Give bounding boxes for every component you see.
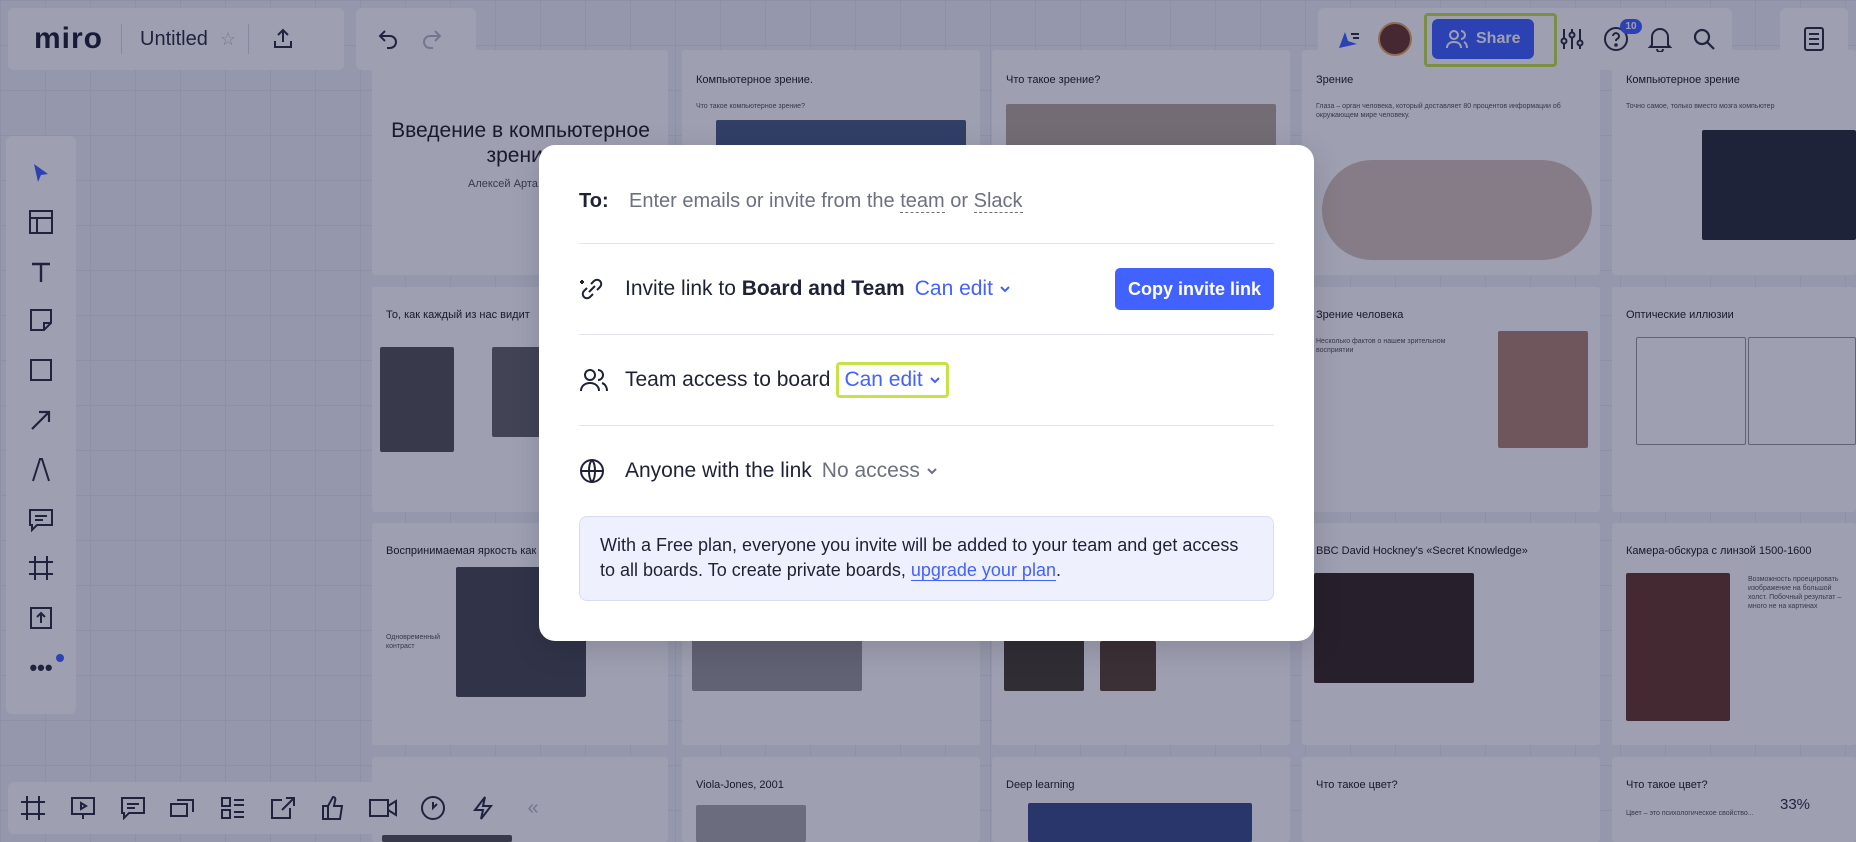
public-link-row: Anyone with the link No access	[579, 448, 1274, 494]
team-access-row: Team access to board Can edit	[579, 357, 1274, 403]
team-permission-value: Can edit	[844, 368, 923, 391]
invite-permission-value: Can edit	[914, 277, 993, 300]
anyone-permission-value: No access	[821, 459, 920, 482]
team-icon	[579, 363, 613, 397]
to-placeholder: Enter emails or invite from the	[629, 189, 895, 212]
chevron-down-icon	[929, 377, 940, 384]
invite-link-label: Invite link to Board and Team	[625, 277, 905, 301]
divider	[579, 334, 1274, 335]
info-end: .	[1055, 560, 1061, 580]
or-text: or	[950, 189, 969, 212]
anyone-permission-dropdown[interactable]: No access	[822, 459, 938, 483]
team-permission-dropdown[interactable]: Can edit	[836, 362, 949, 398]
upgrade-plan-link[interactable]: upgrade your plan	[910, 560, 1056, 581]
slack-link[interactable]: Slack	[973, 189, 1023, 213]
divider	[579, 425, 1274, 426]
share-dialog: To: Enter emails or invite from the team…	[539, 145, 1314, 641]
invite-permission-dropdown[interactable]: Can edit	[915, 277, 1011, 301]
copy-invite-link-button[interactable]: Copy invite link	[1114, 268, 1274, 310]
free-plan-info: With a Free plan, everyone you invite wi…	[579, 516, 1274, 601]
invite-target: Board and Team	[741, 277, 905, 300]
invite-link-row: Invite link to Board and Team Can edit C…	[579, 266, 1274, 312]
to-label: To:	[579, 189, 609, 212]
globe-icon	[579, 454, 613, 488]
invite-to-row: To: Enter emails or invite from the team…	[579, 179, 1274, 223]
link-icon	[579, 272, 613, 306]
email-invite-input[interactable]: Enter emails or invite from the team or …	[629, 189, 1023, 213]
team-link[interactable]: team	[900, 189, 945, 213]
anyone-label: Anyone with the link	[625, 459, 812, 482]
chevron-down-icon	[927, 468, 937, 475]
divider	[579, 243, 1274, 244]
invite-prefix: Invite link to	[625, 277, 736, 300]
team-access-label: Team access to board	[625, 368, 831, 391]
chevron-down-icon	[1000, 286, 1010, 293]
